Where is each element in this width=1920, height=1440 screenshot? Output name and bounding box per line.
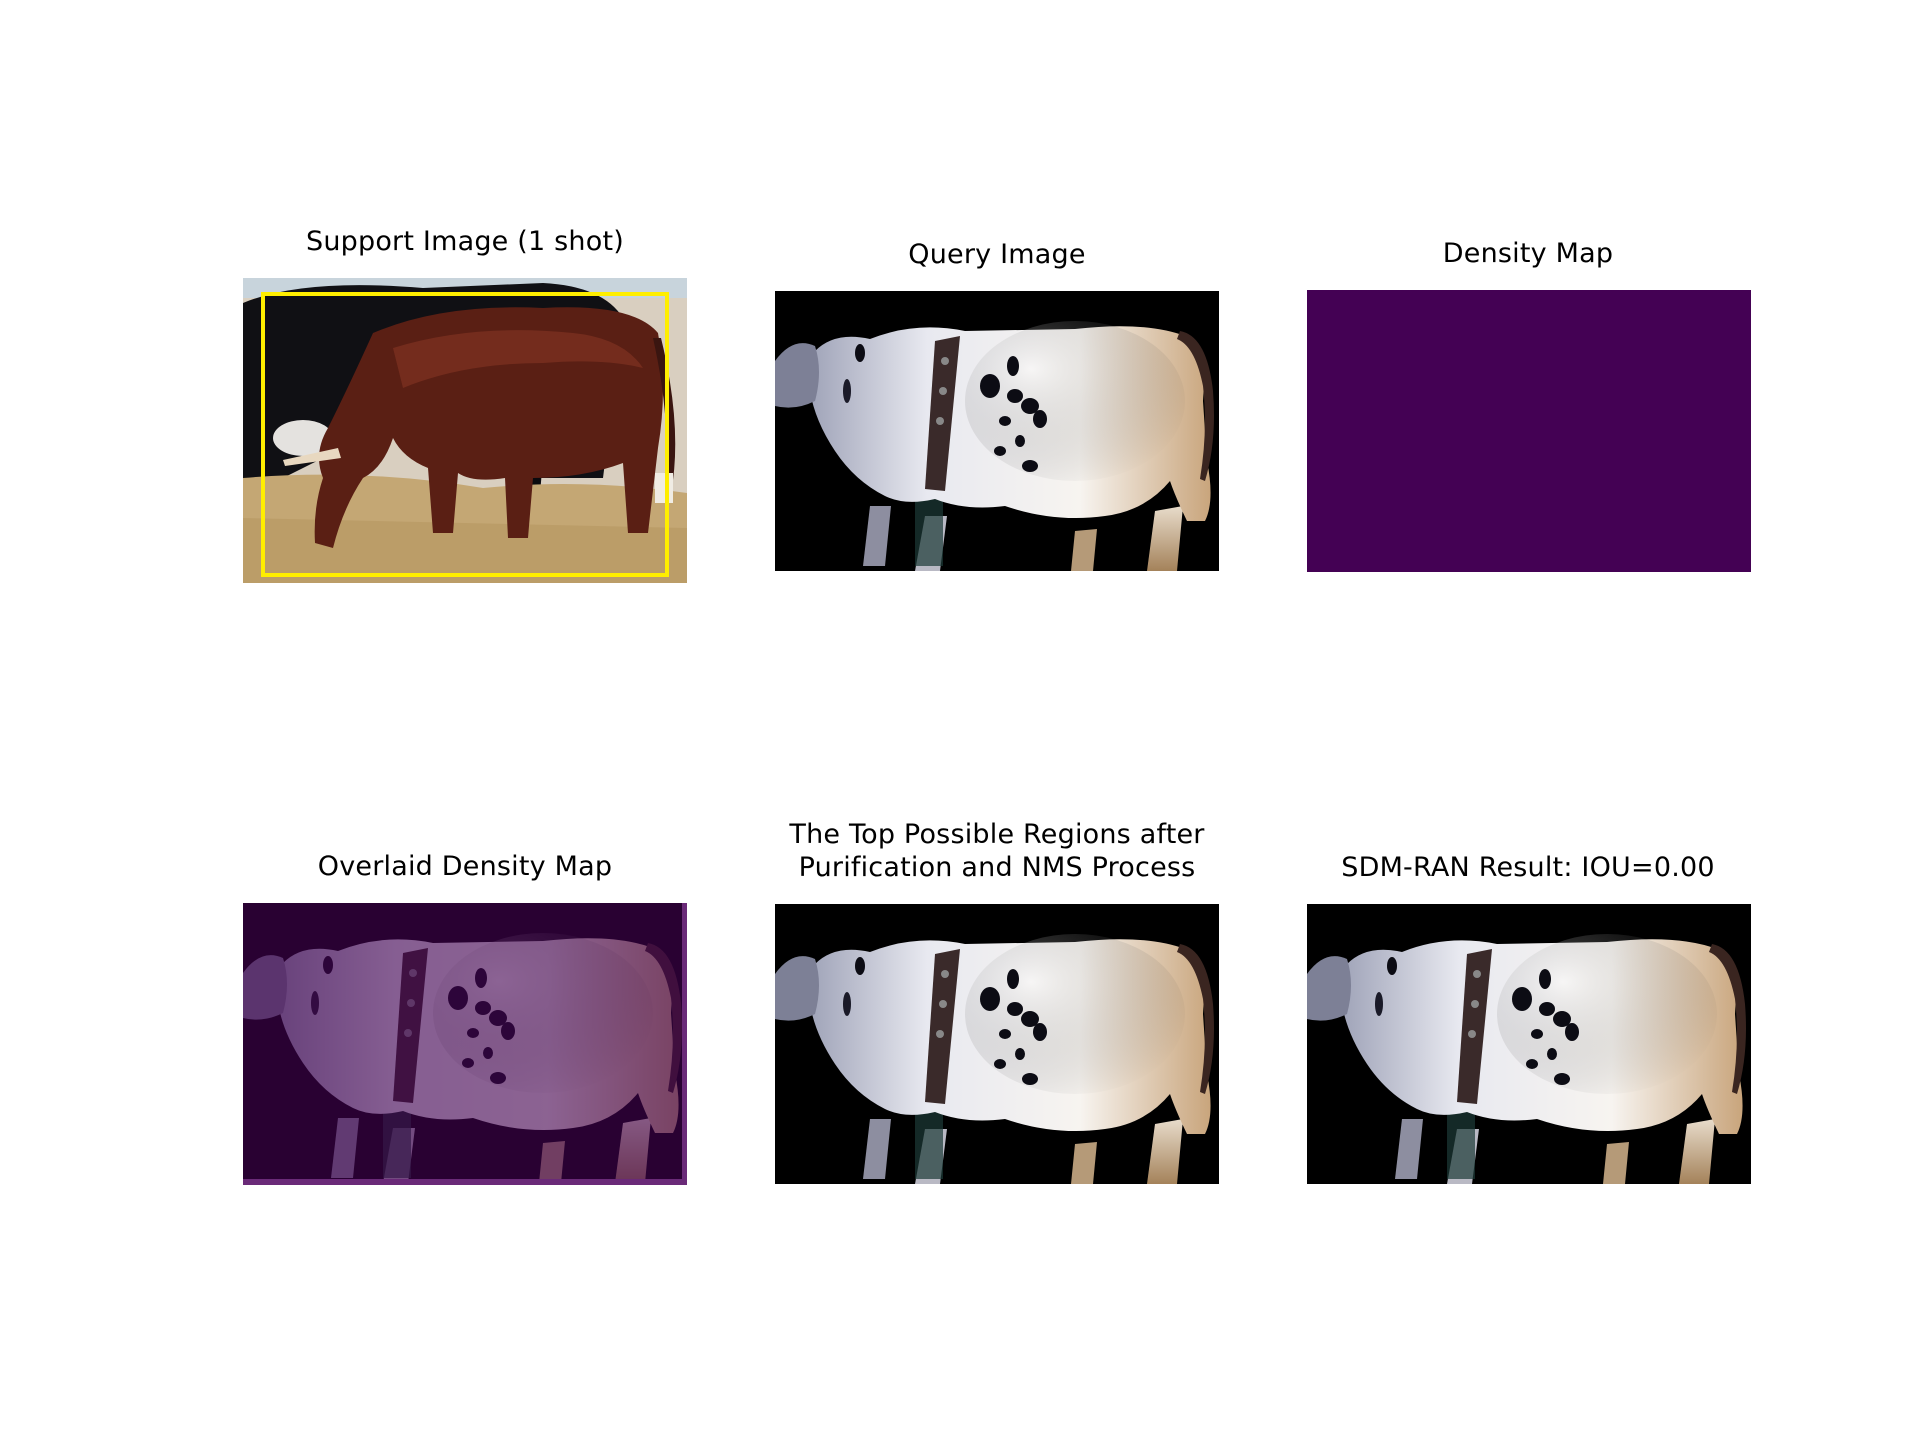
top-regions-image bbox=[775, 904, 1219, 1184]
query-image-title: Query Image bbox=[908, 239, 1086, 270]
top-regions-title: The Top Possible Regions after Purificat… bbox=[789, 819, 1205, 883]
density-map-title: Density Map bbox=[1442, 238, 1614, 269]
white-spotted-cow-photo bbox=[1307, 904, 1751, 1184]
result-title: SDM-RAN Result: IOU=0.00 bbox=[1341, 852, 1715, 883]
overlaid-density-map bbox=[243, 903, 687, 1185]
support-image bbox=[243, 278, 687, 583]
density-map bbox=[1307, 290, 1751, 572]
query-image bbox=[775, 291, 1219, 571]
white-spotted-cow-photo bbox=[775, 904, 1219, 1184]
overlaid-density-map-title: Overlaid Density Map bbox=[317, 851, 613, 882]
brown-cow-grazing-photo bbox=[243, 278, 687, 583]
purple-tinted-cow-photo bbox=[243, 903, 687, 1185]
white-spotted-cow-photo bbox=[775, 291, 1219, 571]
result-image bbox=[1307, 904, 1751, 1184]
support-image-title: Support Image (1 shot) bbox=[306, 226, 624, 257]
